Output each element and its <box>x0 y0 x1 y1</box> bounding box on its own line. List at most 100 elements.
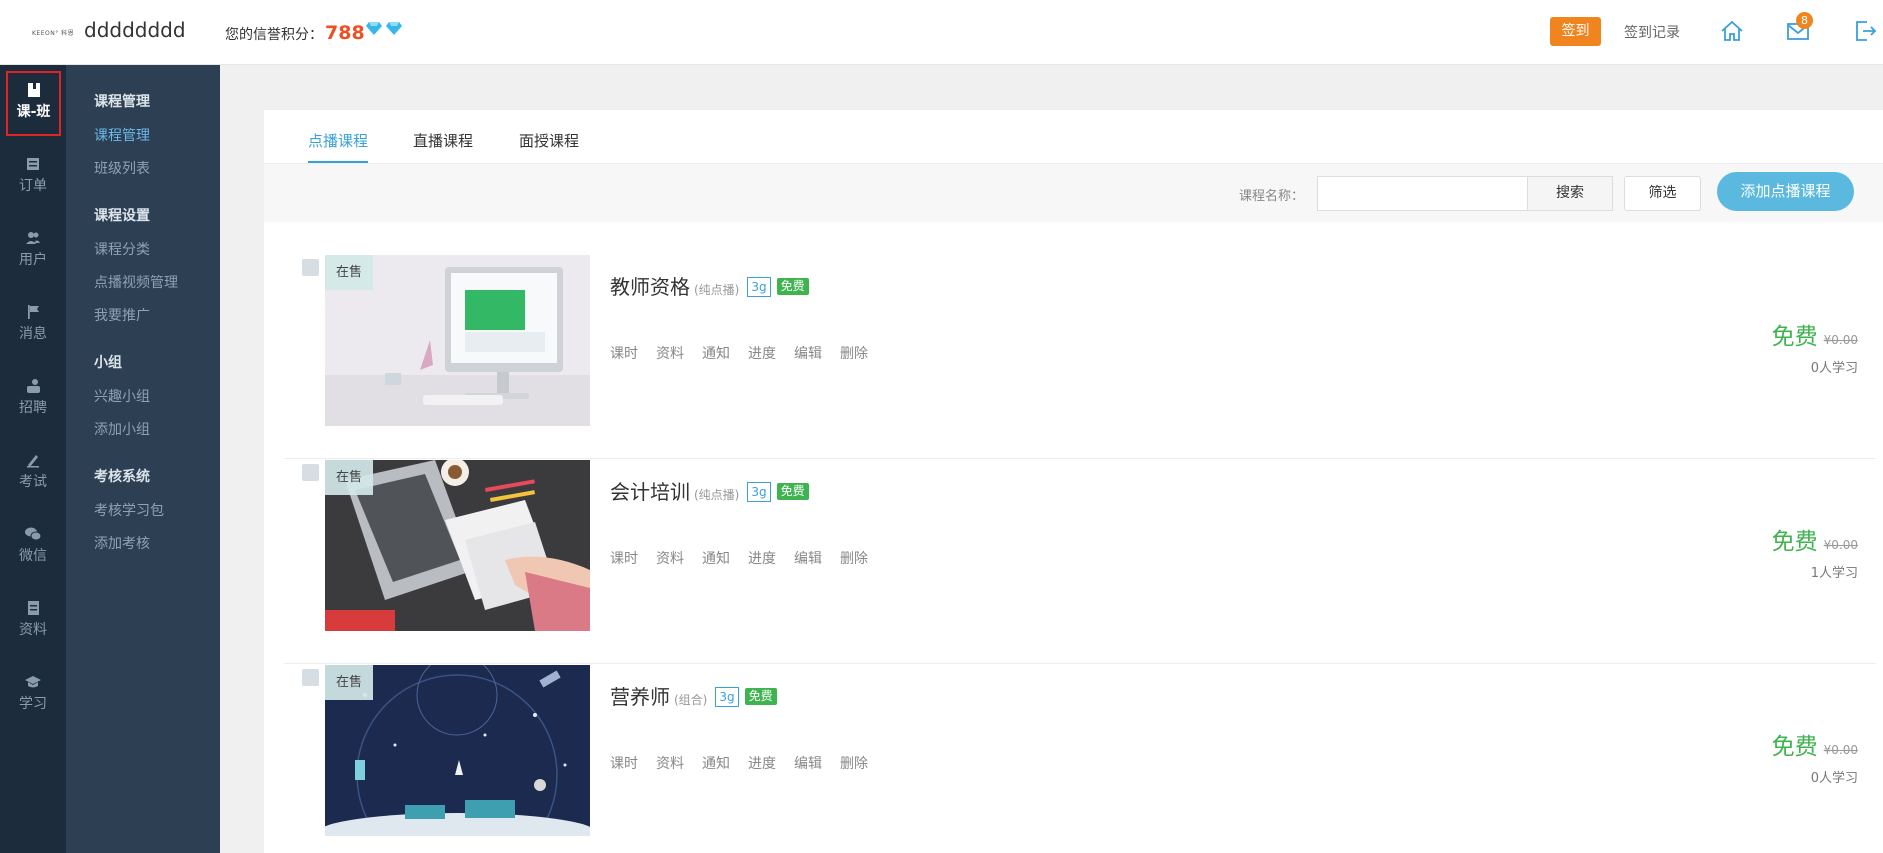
nav-item-users[interactable]: 用户 <box>0 229 66 269</box>
submenu-link-class-list[interactable]: 班级列表 <box>94 158 150 178</box>
nav-item-label: 考试 <box>19 474 47 490</box>
course-title[interactable]: 营养师 (组合) 3g 免费 <box>610 681 777 710</box>
nav-item-study[interactable]: 学习 <box>0 673 66 713</box>
nav-item-recruit[interactable]: 招聘 <box>0 377 66 417</box>
submenu-link-assessment-pack[interactable]: 考核学习包 <box>94 500 164 520</box>
price-value: 免费 <box>1771 529 1818 555</box>
tab-live-course[interactable]: 直播课程 <box>413 130 473 161</box>
course-actions: 课时 资料 通知 进度 编辑 删除 <box>610 548 886 568</box>
submenu-link-course-category[interactable]: 课程分类 <box>94 239 150 259</box>
course-submenu: 课程管理 课程管理 班级列表 课程设置 课程分类 点播视频管理 我要推广 小组 … <box>66 65 220 853</box>
submenu-link-promote[interactable]: 我要推广 <box>94 305 150 325</box>
filter-button[interactable]: 筛选 <box>1624 176 1701 211</box>
course-title[interactable]: 教师资格 (纯点播) 3g 免费 <box>610 271 809 300</box>
on-sale-badge: 在售 <box>325 255 373 290</box>
action-lessons[interactable]: 课时 <box>610 346 638 362</box>
action-edit[interactable]: 编辑 <box>794 346 822 362</box>
add-vod-course-button[interactable]: 添加点播课程 <box>1717 172 1854 211</box>
on-sale-badge: 在售 <box>325 665 373 700</box>
nav-item-order[interactable]: 订单 <box>0 155 66 195</box>
credit-label: 您的信誉积分： <box>225 27 323 43</box>
action-materials[interactable]: 资料 <box>656 756 684 772</box>
action-edit[interactable]: 编辑 <box>794 756 822 772</box>
free-tag: 免费 <box>744 688 777 705</box>
course-title-text[interactable]: 教师资格 <box>610 275 690 299</box>
course-title[interactable]: 会计培训 (纯点播) 3g 免费 <box>610 476 809 505</box>
row-checkbox[interactable] <box>302 259 319 276</box>
file-icon <box>28 601 39 615</box>
course-row: 在售 会计培训 (纯点播) 3g 免费 课时 资料 通知 进度 编辑 删除 免费 ¥0.00 1人… <box>284 460 1876 664</box>
signin-button[interactable]: 签到 <box>1550 17 1601 46</box>
action-notice[interactable]: 通知 <box>702 346 730 362</box>
course-type-tabs: 点播课程 直播课程 面授课程 <box>264 110 1883 164</box>
action-progress[interactable]: 进度 <box>748 346 776 362</box>
price-value: 免费 <box>1771 734 1818 760</box>
nav-item-files[interactable]: 资料 <box>0 599 66 639</box>
original-price: ¥0.00 <box>1823 743 1858 757</box>
submenu-link-add-assessment[interactable]: 添加考核 <box>94 533 150 553</box>
action-delete[interactable]: 删除 <box>840 756 868 772</box>
nav-item-label: 订单 <box>19 178 47 194</box>
original-price: ¥0.00 <box>1823 333 1858 347</box>
free-tag: 免费 <box>776 278 809 295</box>
original-price: ¥0.00 <box>1823 538 1858 552</box>
nav-item-wechat[interactable]: 微信 <box>0 525 66 565</box>
nav-item-course[interactable]: 课-班 <box>6 71 61 136</box>
nav-item-message[interactable]: 消息 <box>0 303 66 343</box>
course-price: 免费 ¥0.00 <box>1772 727 1858 761</box>
action-progress[interactable]: 进度 <box>748 551 776 567</box>
home-icon[interactable] <box>1718 17 1746 45</box>
course-type-label: (纯点播) <box>694 283 740 297</box>
submenu-link-vod-video[interactable]: 点播视频管理 <box>94 272 178 292</box>
tab-vod-course[interactable]: 点播课程 <box>308 130 369 163</box>
action-edit[interactable]: 编辑 <box>794 551 822 567</box>
action-progress[interactable]: 进度 <box>748 756 776 772</box>
action-delete[interactable]: 删除 <box>840 346 868 362</box>
credit-score-value: 788 <box>325 22 365 44</box>
network-tag: 3g <box>747 482 771 502</box>
on-sale-badge: 在售 <box>325 460 373 495</box>
action-lessons[interactable]: 课时 <box>610 756 638 772</box>
top-header: KEEON° 科恩 dddddddd 您的信誉积分： 788 签到 签到记录 8 <box>0 0 1883 65</box>
course-title-text[interactable]: 会计培训 <box>610 480 690 504</box>
learner-count: 1人学习 <box>1810 566 1858 581</box>
action-notice[interactable]: 通知 <box>702 756 730 772</box>
course-list-panel: 点播课程 直播课程 面授课程 课程名称： 搜索 筛选 添加点播课程 在售 教师资… <box>264 110 1883 853</box>
nav-item-label: 课-班 <box>16 104 51 120</box>
diamond-icon <box>366 22 382 35</box>
course-name-search-input[interactable] <box>1317 176 1529 211</box>
action-lessons[interactable]: 课时 <box>610 551 638 567</box>
users-icon <box>26 232 40 244</box>
graduation-cap-icon <box>25 676 41 688</box>
course-toolbar: 课程名称： 搜索 筛选 添加点播课程 <box>264 164 1883 222</box>
action-delete[interactable]: 删除 <box>840 551 868 567</box>
course-type-label: (纯点播) <box>694 488 740 502</box>
signin-log-link[interactable]: 签到记录 <box>1624 22 1680 42</box>
course-row: 在售 教师资格 (纯点播) 3g 免费 课时 资料 通知 进度 编辑 删除 免费 ¥0.00 0人… <box>284 255 1876 459</box>
row-checkbox[interactable] <box>302 464 319 481</box>
credit-score-display: 您的信誉积分： 788 <box>225 22 365 44</box>
action-notice[interactable]: 通知 <box>702 551 730 567</box>
course-title-text[interactable]: 营养师 <box>610 685 670 709</box>
submenu-link-course-manage[interactable]: 课程管理 <box>94 125 150 145</box>
tab-offline-course[interactable]: 面授课程 <box>519 130 579 161</box>
submenu-link-interest-group[interactable]: 兴趣小组 <box>94 386 150 406</box>
book-icon <box>27 83 40 97</box>
recruit-icon <box>27 379 40 393</box>
submenu-group-title: 考核系统 <box>94 469 150 485</box>
action-materials[interactable]: 资料 <box>656 551 684 567</box>
order-icon <box>27 158 39 170</box>
course-price: 免费 ¥0.00 <box>1772 522 1858 556</box>
search-button[interactable]: 搜索 <box>1527 176 1613 211</box>
nav-item-exam[interactable]: 考试 <box>0 451 66 491</box>
nav-item-label: 用户 <box>19 252 47 268</box>
action-materials[interactable]: 资料 <box>656 346 684 362</box>
row-checkbox[interactable] <box>302 669 319 686</box>
logo[interactable]: KEEON° 科恩 <box>32 28 74 37</box>
logout-icon[interactable] <box>1851 17 1879 45</box>
submenu-link-add-group[interactable]: 添加小组 <box>94 419 150 439</box>
diamond-icon <box>386 22 403 35</box>
submenu-group-title: 小组 <box>94 355 122 371</box>
course-actions: 课时 资料 通知 进度 编辑 删除 <box>610 343 886 363</box>
submenu-group-title: 课程设置 <box>94 208 150 224</box>
